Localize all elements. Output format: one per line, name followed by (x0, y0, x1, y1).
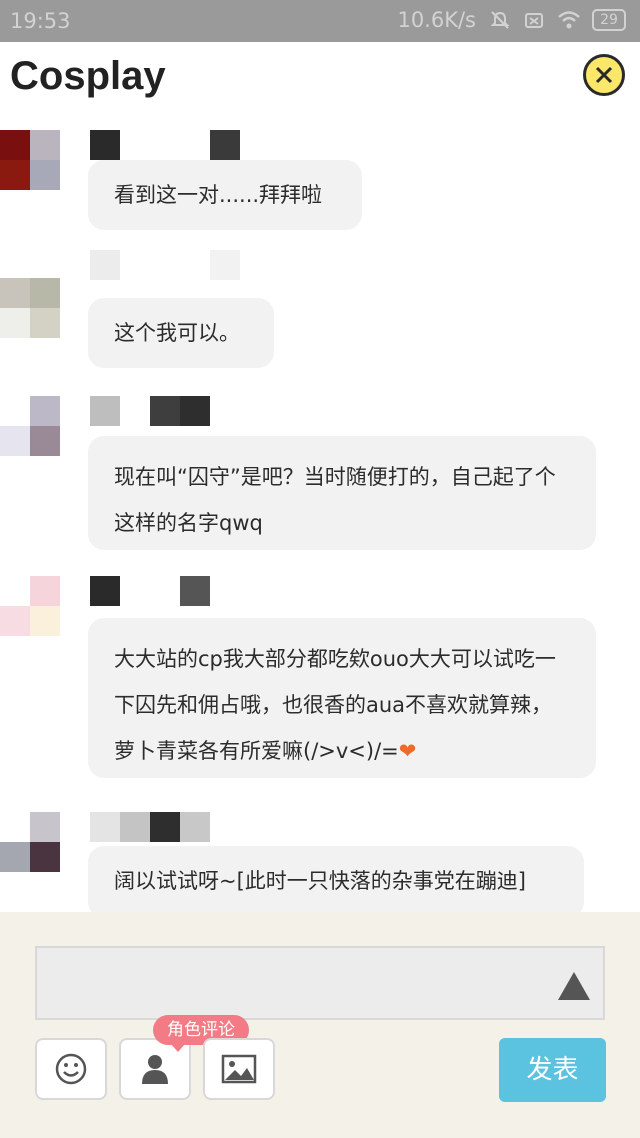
wifi-icon (558, 10, 580, 30)
message-bubble: 这个我可以。 (88, 298, 274, 368)
username (90, 396, 240, 426)
page-title: Cosplay (10, 54, 166, 98)
comment-composer: 角色评论 发表 (0, 912, 640, 1138)
message-bubble: 大大站的cp我大部分都吃欸ouo大大可以试吃一下囚先和佣占哦，也很香的aua不喜… (88, 618, 596, 778)
mute-icon (490, 10, 510, 30)
sim-icon (524, 10, 544, 30)
publish-button[interactable]: 发表 (499, 1038, 606, 1102)
close-button[interactable] (583, 54, 625, 96)
message-bubble: 看到这一对......拜拜啦 (88, 160, 362, 230)
username (90, 576, 240, 606)
status-bar: 19:53 10.6K/s 29 (0, 0, 640, 42)
username (90, 250, 240, 280)
page-header: Cosplay (0, 42, 640, 112)
message-text: 大大站的cp我大部分都吃欸ouo大大可以试吃一下囚先和佣占哦，也很香的aua不喜… (114, 647, 556, 763)
battery-icon: 29 (592, 9, 626, 31)
avatar[interactable] (0, 812, 60, 872)
image-button[interactable] (203, 1038, 275, 1100)
close-icon (595, 66, 613, 84)
comment-input[interactable] (35, 946, 605, 1020)
image-icon (221, 1054, 257, 1084)
message-list[interactable]: 看到这一对......拜拜啦 这个我可以。 现在叫“囚守”是吧？当时随便打的，自… (0, 112, 640, 912)
message-text: 这个我可以。 (114, 321, 240, 345)
username (90, 812, 240, 842)
status-time: 19:53 (10, 9, 71, 33)
username (90, 130, 240, 160)
expand-icon[interactable] (558, 972, 590, 1000)
message-bubble: 现在叫“囚守”是吧？当时随便打的，自己起了个这样的名字qwq (88, 436, 596, 550)
heart-icon: ❤ (398, 739, 417, 763)
status-icons: 10.6K/s 29 (397, 8, 626, 32)
message-text: 现在叫“囚守”是吧？当时随便打的，自己起了个这样的名字qwq (114, 465, 556, 535)
message-bubble: 阔以试试呀~[此时一只快落的杂事党在蹦迪] (88, 846, 584, 912)
avatar[interactable] (0, 396, 60, 456)
avatar[interactable] (0, 576, 60, 636)
emoji-button[interactable] (35, 1038, 107, 1100)
message-text: 看到这一对......拜拜啦 (114, 183, 323, 207)
smiley-icon (55, 1053, 87, 1085)
avatar[interactable] (0, 130, 60, 190)
network-speed: 10.6K/s (397, 8, 476, 32)
person-icon (142, 1055, 168, 1084)
message-text: 阔以试试呀~[此时一只快落的杂事党在蹦迪] (114, 869, 526, 893)
avatar[interactable] (0, 278, 60, 338)
